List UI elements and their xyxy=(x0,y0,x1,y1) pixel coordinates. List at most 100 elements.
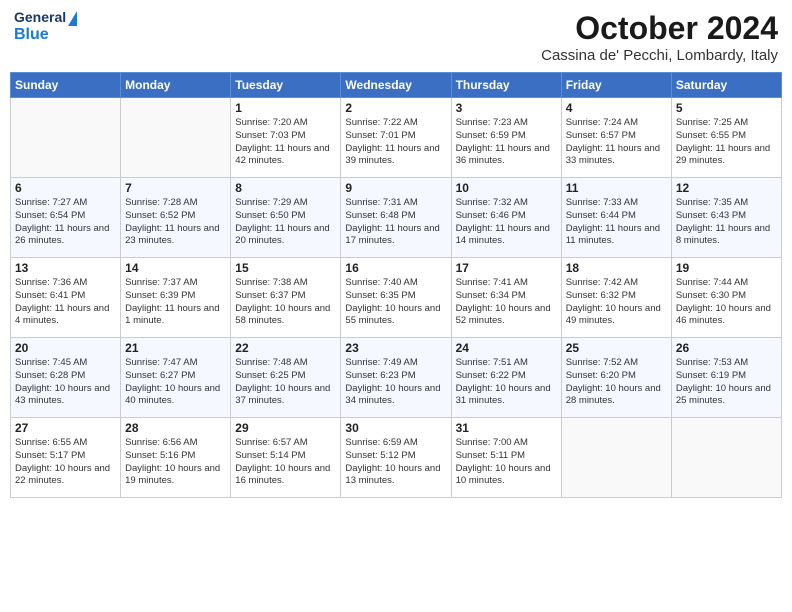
day-number: 28 xyxy=(125,421,226,435)
calendar-day: 7 Sunrise: 7:28 AMSunset: 6:52 PMDaylight… xyxy=(121,178,231,258)
day-detail: Sunrise: 7:27 AMSunset: 6:54 PMDaylight:… xyxy=(15,197,116,248)
day-detail: Sunrise: 7:36 AMSunset: 6:41 PMDaylight:… xyxy=(15,277,116,328)
title-section: October 2024 Cassina de' Pecchi, Lombard… xyxy=(541,10,778,64)
location-title: Cassina de' Pecchi, Lombardy, Italy xyxy=(541,47,778,64)
day-detail: Sunrise: 7:22 AMSunset: 7:01 PMDaylight:… xyxy=(345,117,446,168)
calendar-day: 9Sunrise: 7:31 AMSunset: 6:48 PMDaylight… xyxy=(341,178,451,258)
calendar-day: 23 Sunrise: 7:49 AMSunset: 6:23 PMDayligh… xyxy=(341,338,451,418)
day-number: 30 xyxy=(345,421,446,435)
calendar-day: 10Sunrise: 7:32 AMSunset: 6:46 PMDayligh… xyxy=(451,178,561,258)
day-number: 15 xyxy=(235,261,336,275)
calendar-day: 26 Sunrise: 7:53 AMSunset: 6:19 PMDayligh… xyxy=(671,338,781,418)
calendar-week: 20Sunrise: 7:45 AMSunset: 6:28 PMDayligh… xyxy=(11,338,782,418)
day-number: 29 xyxy=(235,421,336,435)
day-detail: Sunrise: 7:00 AMSunset: 5:11 PMDaylight:… xyxy=(456,437,557,488)
calendar-day: 24 Sunrise: 7:51 AMSunset: 6:22 PMDayligh… xyxy=(451,338,561,418)
day-detail: Sunrise: 7:44 AMSunset: 6:30 PMDaylight:… xyxy=(676,277,777,328)
calendar-day: 19 Sunrise: 7:44 AMSunset: 6:30 PMDayligh… xyxy=(671,258,781,338)
day-detail: Sunrise: 7:52 AMSunset: 6:20 PMDaylight:… xyxy=(566,357,667,408)
calendar-day: 8 Sunrise: 7:29 AMSunset: 6:50 PMDaylight… xyxy=(231,178,341,258)
day-detail: Sunrise: 7:47 AMSunset: 6:27 PMDaylight:… xyxy=(125,357,226,408)
day-number: 21 xyxy=(125,341,226,355)
calendar-day: 30 Sunrise: 6:59 AMSunset: 5:12 PMDayligh… xyxy=(341,418,451,498)
day-number: 8 xyxy=(235,181,336,195)
day-detail: Sunrise: 7:37 AMSunset: 6:39 PMDaylight:… xyxy=(125,277,226,328)
col-header-thursday: Thursday xyxy=(451,73,561,98)
calendar-table: SundayMondayTuesdayWednesdayThursdayFrid… xyxy=(10,72,782,498)
calendar-week: 27Sunrise: 6:55 AMSunset: 5:17 PMDayligh… xyxy=(11,418,782,498)
calendar-day: 15 Sunrise: 7:38 AMSunset: 6:37 PMDayligh… xyxy=(231,258,341,338)
day-number: 12 xyxy=(676,181,777,195)
calendar-day: 18 Sunrise: 7:42 AMSunset: 6:32 PMDayligh… xyxy=(561,258,671,338)
logo-blue: Blue xyxy=(14,26,77,44)
calendar-day xyxy=(671,418,781,498)
day-detail: Sunrise: 7:28 AMSunset: 6:52 PMDaylight:… xyxy=(125,197,226,248)
calendar-day: 3 Sunrise: 7:23 AMSunset: 6:59 PMDaylight… xyxy=(451,98,561,178)
day-number: 1 xyxy=(235,101,336,115)
day-number: 13 xyxy=(15,261,116,275)
calendar-day xyxy=(561,418,671,498)
day-detail: Sunrise: 7:20 AMSunset: 7:03 PMDaylight:… xyxy=(235,117,336,168)
day-detail: Sunrise: 7:42 AMSunset: 6:32 PMDaylight:… xyxy=(566,277,667,328)
day-number: 14 xyxy=(125,261,226,275)
day-number: 3 xyxy=(456,101,557,115)
day-detail: Sunrise: 6:57 AMSunset: 5:14 PMDaylight:… xyxy=(235,437,336,488)
calendar-day: 2 Sunrise: 7:22 AMSunset: 7:01 PMDaylight… xyxy=(341,98,451,178)
calendar-day: 31 Sunrise: 7:00 AMSunset: 5:11 PMDayligh… xyxy=(451,418,561,498)
day-number: 26 xyxy=(676,341,777,355)
header-row: SundayMondayTuesdayWednesdayThursdayFrid… xyxy=(11,73,782,98)
day-detail: Sunrise: 7:40 AMSunset: 6:35 PMDaylight:… xyxy=(345,277,446,328)
calendar-day: 13 Sunrise: 7:36 AMSunset: 6:41 PMDayligh… xyxy=(11,258,121,338)
day-number: 7 xyxy=(125,181,226,195)
calendar-day: 1 Sunrise: 7:20 AMSunset: 7:03 PMDaylight… xyxy=(231,98,341,178)
calendar-day: 16 Sunrise: 7:40 AMSunset: 6:35 PMDayligh… xyxy=(341,258,451,338)
col-header-tuesday: Tuesday xyxy=(231,73,341,98)
logo-general: General xyxy=(14,10,77,26)
day-detail: Sunrise: 7:38 AMSunset: 6:37 PMDaylight:… xyxy=(235,277,336,328)
day-number: 18 xyxy=(566,261,667,275)
day-number: 5 xyxy=(676,101,777,115)
calendar-day: 28 Sunrise: 6:56 AMSunset: 5:16 PMDayligh… xyxy=(121,418,231,498)
calendar-day: 6 Sunrise: 7:27 AMSunset: 6:54 PMDaylight… xyxy=(11,178,121,258)
calendar-day: 11Sunrise: 7:33 AMSunset: 6:44 PMDayligh… xyxy=(561,178,671,258)
logo: General Blue xyxy=(14,10,77,44)
day-number: 2 xyxy=(345,101,446,115)
day-detail: Sunrise: 7:29 AMSunset: 6:50 PMDaylight:… xyxy=(235,197,336,248)
day-detail: Sunrise: 7:33 AMSunset: 6:44 PMDaylight:… xyxy=(566,197,667,248)
day-number: 23 xyxy=(345,341,446,355)
day-detail: Sunrise: 7:49 AMSunset: 6:23 PMDaylight:… xyxy=(345,357,446,408)
day-number: 19 xyxy=(676,261,777,275)
calendar-day: 12 Sunrise: 7:35 AMSunset: 6:43 PMDayligh… xyxy=(671,178,781,258)
day-detail: Sunrise: 7:25 AMSunset: 6:55 PMDaylight:… xyxy=(676,117,777,168)
day-detail: Sunrise: 7:53 AMSunset: 6:19 PMDaylight:… xyxy=(676,357,777,408)
col-header-wednesday: Wednesday xyxy=(341,73,451,98)
day-number: 17 xyxy=(456,261,557,275)
day-number: 31 xyxy=(456,421,557,435)
day-detail: Sunrise: 7:35 AMSunset: 6:43 PMDaylight:… xyxy=(676,197,777,248)
calendar-day xyxy=(121,98,231,178)
day-number: 16 xyxy=(345,261,446,275)
page-header: General Blue October 2024 Cassina de' Pe… xyxy=(10,10,782,64)
calendar-week: 13 Sunrise: 7:36 AMSunset: 6:41 PMDayligh… xyxy=(11,258,782,338)
day-detail: Sunrise: 6:59 AMSunset: 5:12 PMDaylight:… xyxy=(345,437,446,488)
calendar-day: 4 Sunrise: 7:24 AMSunset: 6:57 PMDaylight… xyxy=(561,98,671,178)
day-number: 4 xyxy=(566,101,667,115)
day-detail: Sunrise: 7:24 AMSunset: 6:57 PMDaylight:… xyxy=(566,117,667,168)
col-header-friday: Friday xyxy=(561,73,671,98)
calendar-day: 17Sunrise: 7:41 AMSunset: 6:34 PMDayligh… xyxy=(451,258,561,338)
day-number: 25 xyxy=(566,341,667,355)
day-detail: Sunrise: 7:23 AMSunset: 6:59 PMDaylight:… xyxy=(456,117,557,168)
calendar-day: 22Sunrise: 7:48 AMSunset: 6:25 PMDayligh… xyxy=(231,338,341,418)
day-detail: Sunrise: 7:48 AMSunset: 6:25 PMDaylight:… xyxy=(235,357,336,408)
col-header-saturday: Saturday xyxy=(671,73,781,98)
calendar-week: 6 Sunrise: 7:27 AMSunset: 6:54 PMDaylight… xyxy=(11,178,782,258)
day-number: 20 xyxy=(15,341,116,355)
calendar-day: 21 Sunrise: 7:47 AMSunset: 6:27 PMDayligh… xyxy=(121,338,231,418)
col-header-monday: Monday xyxy=(121,73,231,98)
day-number: 24 xyxy=(456,341,557,355)
day-detail: Sunrise: 6:56 AMSunset: 5:16 PMDaylight:… xyxy=(125,437,226,488)
calendar-day xyxy=(11,98,121,178)
day-number: 6 xyxy=(15,181,116,195)
calendar-week: 1 Sunrise: 7:20 AMSunset: 7:03 PMDaylight… xyxy=(11,98,782,178)
day-detail: Sunrise: 7:51 AMSunset: 6:22 PMDaylight:… xyxy=(456,357,557,408)
